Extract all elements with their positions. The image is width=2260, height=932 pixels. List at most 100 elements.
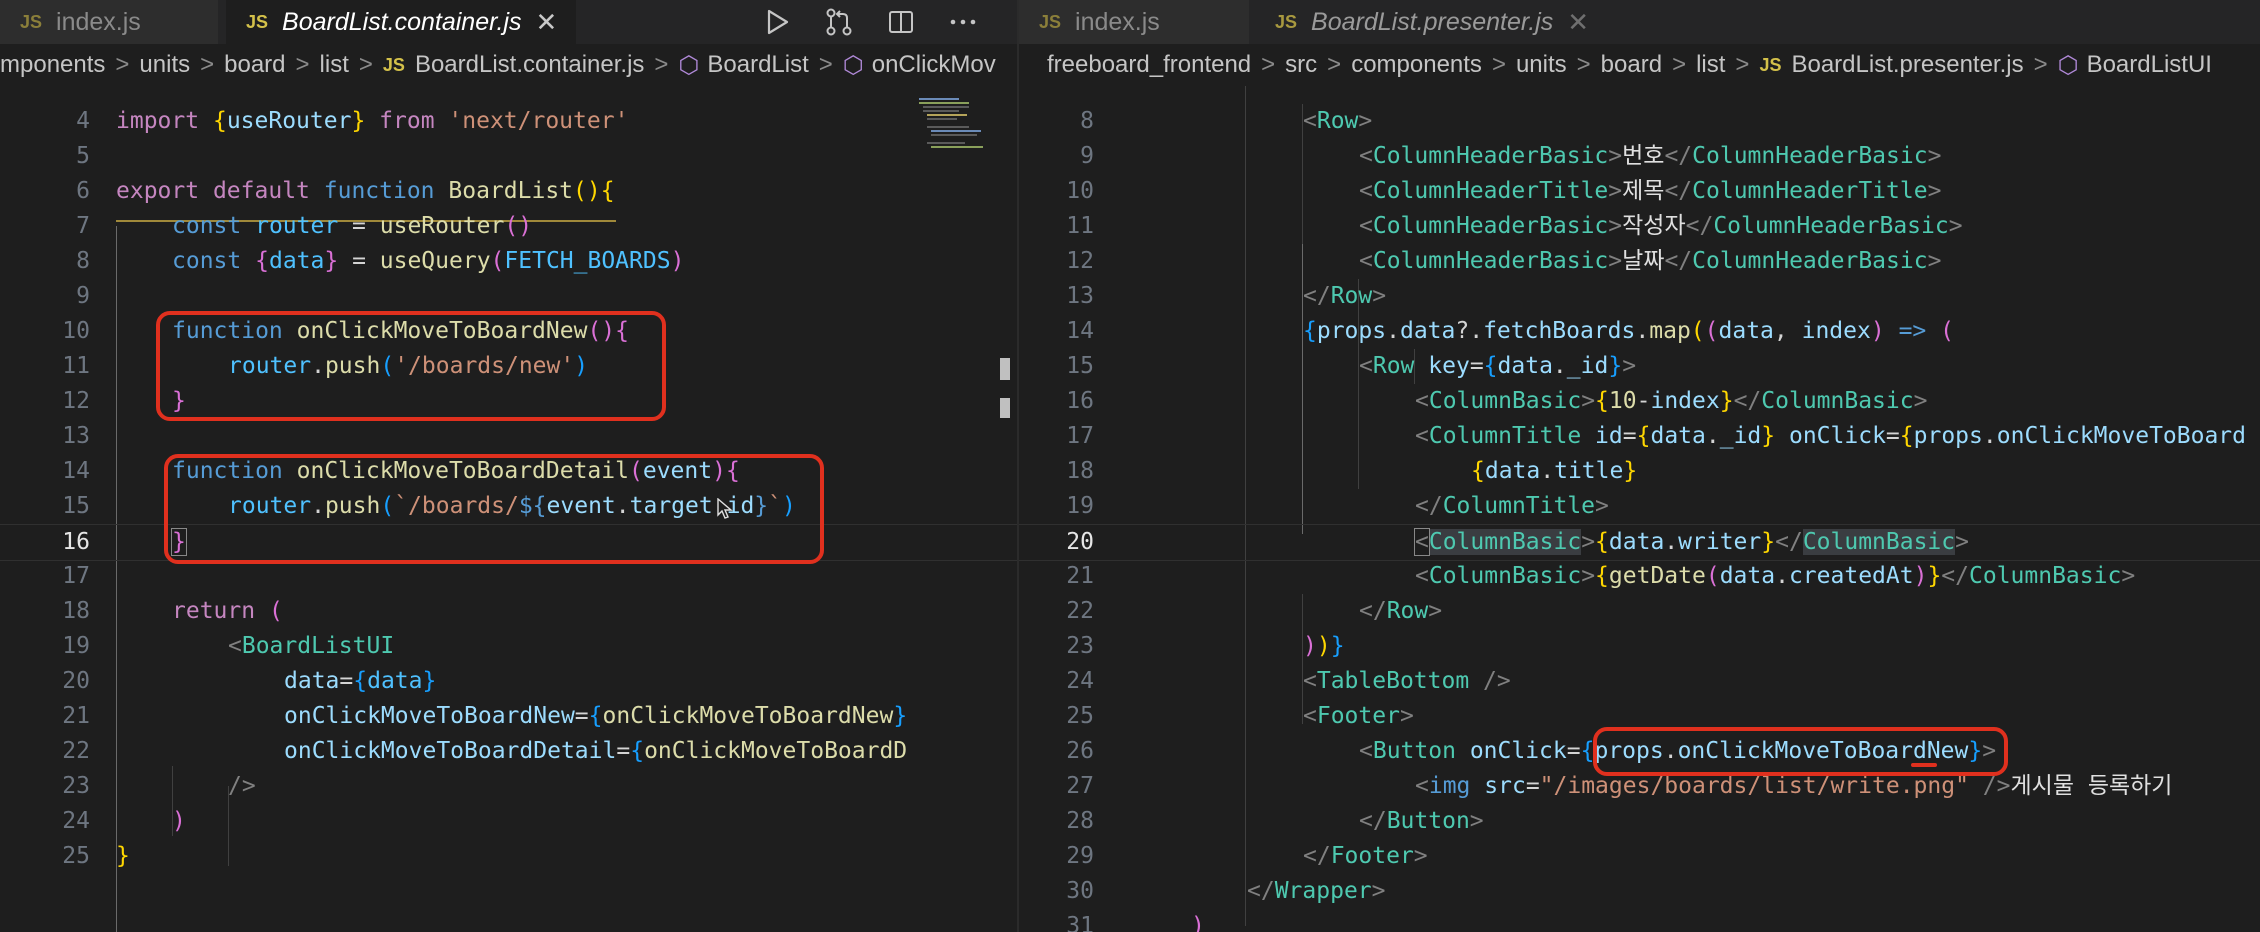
code-text: <ColumnTitle id={data._id} onClick={prop… [1415, 423, 2246, 449]
code-line[interactable]: 9 <ColumnHeaderBasic>번호</ColumnHeaderBas… [1019, 139, 2260, 174]
left-code-editor[interactable]: 4 import {useRouter} from 'next/router' … [0, 86, 1017, 932]
code-text: <ColumnBasic>{data.writer}</ColumnBasic> [1414, 528, 1969, 556]
line-number: 8 [1080, 108, 1094, 134]
js-file-icon: JS [1275, 11, 1298, 32]
code-line[interactable]: 20 data={data} [0, 664, 1017, 699]
code-line[interactable]: 19 </ColumnTitle> [1019, 489, 2260, 524]
code-line[interactable]: 13 </Row> [1019, 279, 2260, 314]
line-number: 12 [62, 388, 90, 414]
minimap[interactable] [917, 86, 1017, 932]
line-number: 13 [62, 423, 90, 449]
code-line[interactable]: 4 import {useRouter} from 'next/router' [0, 104, 1017, 139]
symbol-method-icon: ⬡ [2057, 51, 2079, 79]
line-number: 6 [76, 178, 90, 204]
more-actions-icon[interactable] [946, 5, 980, 39]
run-icon[interactable] [760, 5, 794, 39]
code-line[interactable]: 19 <BoardListUI [0, 629, 1017, 664]
code-line[interactable]: 22 </Row> [1019, 594, 2260, 629]
tab-boardlist-container[interactable]: JS BoardList.container.js ✕ [226, 0, 576, 44]
code-line[interactable]: 13 [0, 419, 1017, 454]
breadcrumb-item[interactable]: BoardList [707, 51, 808, 79]
code-line[interactable]: 24 ) [0, 804, 1017, 839]
chevron-right-icon: > [1576, 51, 1591, 78]
right-editor-pane: JS index.js JS BoardList.presenter.js ✕ … [1019, 0, 2260, 932]
code-text: <ColumnHeaderTitle>제목</ColumnHeaderTitle… [1359, 178, 1942, 204]
code-line[interactable]: 17 <ColumnTitle id={data._id} onClick={p… [1019, 419, 2260, 454]
code-line[interactable]: 28 </Button> [1019, 804, 2260, 839]
breadcrumb-item[interactable]: units [139, 51, 190, 79]
line-number: 23 [1066, 633, 1094, 659]
breadcrumb-item[interactable]: list [1696, 51, 1725, 79]
chevron-right-icon: > [200, 51, 215, 78]
code-line[interactable]: 14 {props.data?.fetchBoards.map((data, i… [1019, 314, 2260, 349]
breadcrumb-item[interactable]: list [320, 51, 349, 79]
code-text: <Row> [1303, 108, 1373, 134]
code-line[interactable]: 11 <ColumnHeaderBasic>작성자</ColumnHeaderB… [1019, 209, 2260, 244]
symbol-method-icon: ⬡ [842, 51, 864, 79]
close-icon[interactable]: ✕ [536, 7, 558, 38]
tab-label: index.js [56, 7, 141, 36]
breadcrumb-item[interactable]: BoardList.container.js [415, 51, 644, 79]
breadcrumb-item[interactable]: board [224, 51, 285, 79]
code-line[interactable]: 25 } [0, 839, 1017, 874]
code-line[interactable]: 16 <ColumnBasic>{10-index}</ColumnBasic> [1019, 384, 2260, 419]
code-text: <Footer> [1303, 703, 1414, 729]
code-line[interactable]: 31 ) [1019, 909, 2260, 932]
code-line[interactable]: 15 <Row key={data._id}> [1019, 349, 2260, 384]
code-text: ))} [1303, 633, 1345, 659]
code-line[interactable]: 24 <TableBottom /> [1019, 664, 2260, 699]
code-line-current[interactable]: 20 <ColumnBasic>{data.writer}</ColumnBas… [1019, 524, 2260, 561]
code-text: <ColumnHeaderBasic>번호</ColumnHeaderBasic… [1359, 143, 1942, 169]
code-line[interactable]: 21 onClickMoveToBoardNew={onClickMoveToB… [0, 699, 1017, 734]
chevron-right-icon: > [1491, 51, 1506, 78]
error-squiggle [1911, 763, 1937, 767]
split-editor-icon[interactable] [884, 5, 918, 39]
breadcrumb-item[interactable]: board [1601, 51, 1662, 79]
breadcrumb-item[interactable]: components [1351, 51, 1482, 79]
breadcrumb-item[interactable]: freeboard_frontend [1047, 51, 1251, 79]
tab-index-js[interactable]: JS index.js [0, 0, 218, 44]
code-text: <TableBottom /> [1303, 668, 1511, 694]
line-number: 8 [76, 248, 90, 274]
code-line[interactable]: 22 onClickMoveToBoardDetail={onClickMove… [0, 734, 1017, 769]
code-line[interactable]: 21 <ColumnBasic>{getDate(data.createdAt)… [1019, 559, 2260, 594]
code-line[interactable]: 23 /> [0, 769, 1017, 804]
breadcrumb-item[interactable]: BoardListUI [2087, 51, 2212, 79]
js-file-icon: JS [1039, 11, 1062, 32]
line-number: 29 [1066, 843, 1094, 869]
breadcrumb-item[interactable]: mponents [0, 51, 105, 79]
breadcrumb-item[interactable]: units [1516, 51, 1567, 79]
breadcrumb-item[interactable]: onClickMov [872, 51, 996, 79]
code-text: <ColumnHeaderBasic>작성자</ColumnHeaderBasi… [1359, 213, 1963, 239]
close-icon[interactable]: ✕ [1567, 7, 1589, 38]
code-text: onClickMoveToBoardDetail={onClickMoveToB… [284, 738, 908, 764]
code-line[interactable]: 12 <ColumnHeaderBasic>날짜</ColumnHeaderBa… [1019, 244, 2260, 279]
tab-index-js[interactable]: JS index.js [1019, 0, 1249, 44]
code-line[interactable]: 29 </Footer> [1019, 839, 2260, 874]
code-text: /> [228, 773, 256, 799]
js-file-icon: JS [20, 11, 43, 32]
code-line[interactable]: 30 </Wrapper> [1019, 874, 2260, 909]
code-line[interactable]: 17 [0, 559, 1017, 594]
tab-boardlist-presenter[interactable]: JS BoardList.presenter.js ✕ [1255, 0, 1625, 44]
code-line[interactable]: 10 <ColumnHeaderTitle>제목</ColumnHeaderTi… [1019, 174, 2260, 209]
code-line[interactable]: 18 return ( [0, 594, 1017, 629]
line-number: 19 [62, 633, 90, 659]
highlight-box [1593, 727, 2008, 776]
code-line[interactable]: 8 const {data} = useQuery(FETCH_BOARDS) [0, 244, 1017, 279]
code-line[interactable]: 9 [0, 279, 1017, 314]
breadcrumb-item[interactable]: BoardList.presenter.js [1791, 51, 2023, 79]
right-code-editor[interactable]: 8 <Row> 9 <ColumnHeaderBasic>번호</ColumnH… [1019, 86, 2260, 932]
scrollbar-thumb[interactable] [1000, 358, 1010, 380]
left-editor-pane: JS index.js JS BoardList.container.js ✕ … [0, 0, 1017, 932]
line-number: 21 [1066, 563, 1094, 589]
code-line[interactable]: 7 const router = useRouter() [0, 209, 1017, 244]
breadcrumb-item[interactable]: src [1285, 51, 1317, 79]
line-number: 18 [62, 598, 90, 624]
code-line[interactable]: 23 ))} [1019, 629, 2260, 664]
code-line[interactable]: 5 [0, 139, 1017, 174]
code-line[interactable]: 6 export default function BoardList(){ [0, 174, 1017, 209]
source-control-icon[interactable] [822, 5, 856, 39]
code-line[interactable]: 8 <Row> [1019, 104, 2260, 139]
code-line[interactable]: 18 {data.title} [1019, 454, 2260, 489]
